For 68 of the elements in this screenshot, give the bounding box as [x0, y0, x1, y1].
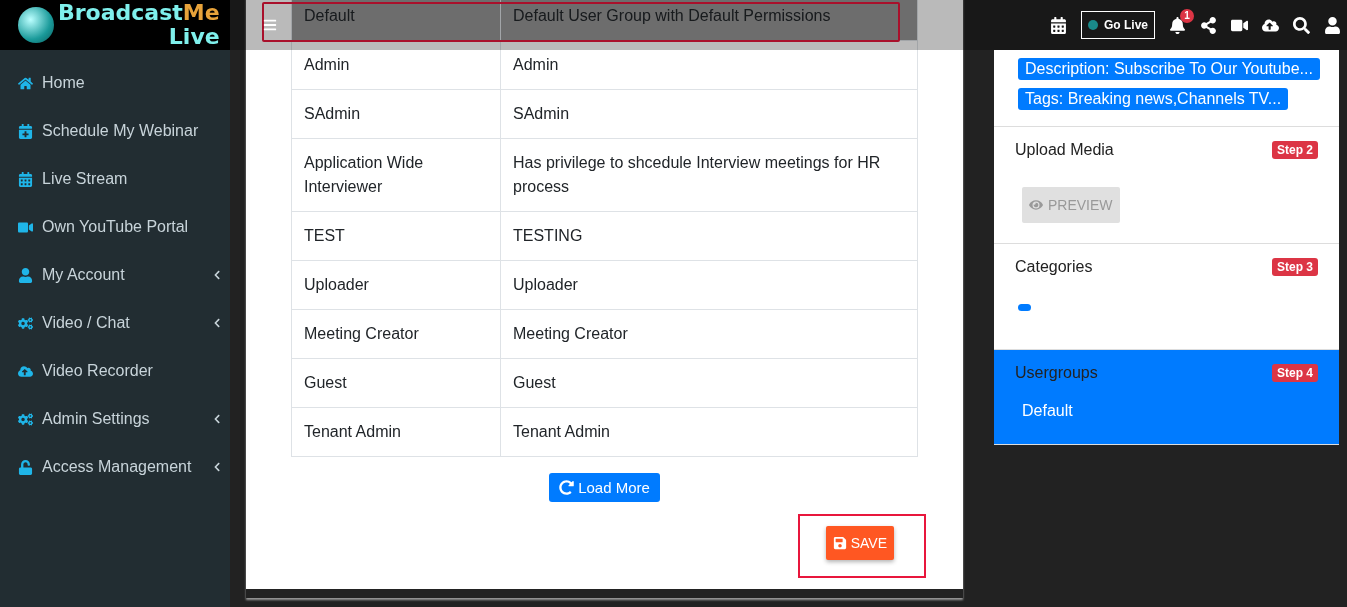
- calendar-icon[interactable]: [1050, 16, 1067, 34]
- bell-icon[interactable]: [1169, 16, 1186, 34]
- floppy-icon: [832, 536, 847, 550]
- home-icon: [18, 75, 33, 91]
- table-cell: Meeting Creator: [291, 309, 501, 359]
- table-cell: TESTING: [500, 211, 918, 261]
- gears-icon: [18, 411, 33, 427]
- user-icon: [18, 267, 33, 283]
- unlock-icon: [18, 459, 33, 475]
- step-badge: Step 2: [1272, 141, 1318, 159]
- table-cell: Admin: [291, 40, 501, 90]
- reload-icon: [559, 480, 575, 495]
- user-icon[interactable]: [1324, 16, 1341, 34]
- gears-icon: [18, 315, 33, 331]
- calendar-plus-icon: [18, 123, 33, 139]
- sidebar-item[interactable]: Video Recorder: [0, 347, 230, 395]
- table-cell: Guest: [291, 358, 501, 408]
- cloud-upload-icon: [18, 363, 33, 379]
- table-cell: Tenant Admin: [500, 407, 918, 457]
- table-row[interactable]: TEST TESTING: [291, 211, 918, 261]
- table-row[interactable]: Admin Admin: [291, 40, 918, 90]
- table-row[interactable]: Meeting Creator Meeting Creator: [291, 309, 918, 359]
- section-title: Categories: [1015, 258, 1093, 276]
- logo-text: Me: [182, 0, 220, 25]
- table-cell: Guest: [500, 358, 918, 408]
- table-cell: Admin: [500, 40, 918, 90]
- share-icon[interactable]: [1200, 16, 1217, 34]
- step-badge: Step 4: [1272, 364, 1318, 382]
- table-cell: Uploader: [291, 260, 501, 310]
- table-cell: Application Wide Interviewer: [291, 138, 501, 212]
- sidebar-item[interactable]: Home: [0, 59, 230, 107]
- search-icon[interactable]: [1293, 16, 1310, 34]
- logo-text: Live: [168, 26, 220, 48]
- table-cell: Has privilege to shcedule Interview meetings for HR process: [500, 138, 918, 212]
- go-live-button[interactable]: Go Live: [1081, 11, 1155, 39]
- table-cell: TEST: [291, 211, 501, 261]
- load-more-button[interactable]: Load More: [549, 473, 660, 502]
- table-cell: Tenant Admin: [291, 407, 501, 457]
- sidebar-item[interactable]: Own YouTube Portal: [0, 203, 230, 251]
- tag: Description: Subscribe To Our Youtube...: [1018, 58, 1320, 80]
- calendar-icon: [18, 171, 33, 187]
- globe-logo-icon: [18, 7, 54, 43]
- table-row[interactable]: Guest Guest: [291, 358, 918, 408]
- logo-text: Broadcast: [58, 0, 183, 25]
- sidebar-item[interactable]: My Account: [0, 251, 230, 299]
- table-cell: SAdmin: [291, 89, 501, 139]
- sidebar-item[interactable]: Video / Chat: [0, 299, 230, 347]
- section-title: Usergroups: [1015, 364, 1098, 382]
- category-chip[interactable]: [1018, 304, 1031, 311]
- section-title: Upload Media: [1015, 141, 1114, 159]
- eye-icon: [1029, 198, 1043, 212]
- notification-badge: 1: [1180, 8, 1194, 23]
- sidebar-item[interactable]: Schedule My Webinar: [0, 107, 230, 155]
- table-row[interactable]: Uploader Uploader: [291, 260, 918, 310]
- sidebar-item[interactable]: Live Stream: [0, 155, 230, 203]
- table-cell: Meeting Creator: [500, 309, 918, 359]
- table-cell: Default: [291, 0, 501, 41]
- tag: Tags: Breaking news,Channels TV...: [1018, 88, 1289, 110]
- table-cell: SAdmin: [500, 89, 918, 139]
- sidebar-item[interactable]: Admin Settings: [0, 395, 230, 443]
- menu-icon[interactable]: [263, 18, 277, 32]
- step-badge: Step 3: [1272, 258, 1318, 276]
- table-row[interactable]: Tenant Admin Tenant Admin: [291, 407, 918, 457]
- usergroup-item[interactable]: Default: [1022, 402, 1318, 420]
- table-cell: Uploader: [500, 260, 918, 310]
- sidebar-item[interactable]: Access Management: [0, 443, 230, 491]
- table-row[interactable]: SAdmin SAdmin: [291, 89, 918, 139]
- table-row[interactable]: Application Wide Interviewer Has privilege to shcedule Interview meetings for HR process: [291, 138, 918, 212]
